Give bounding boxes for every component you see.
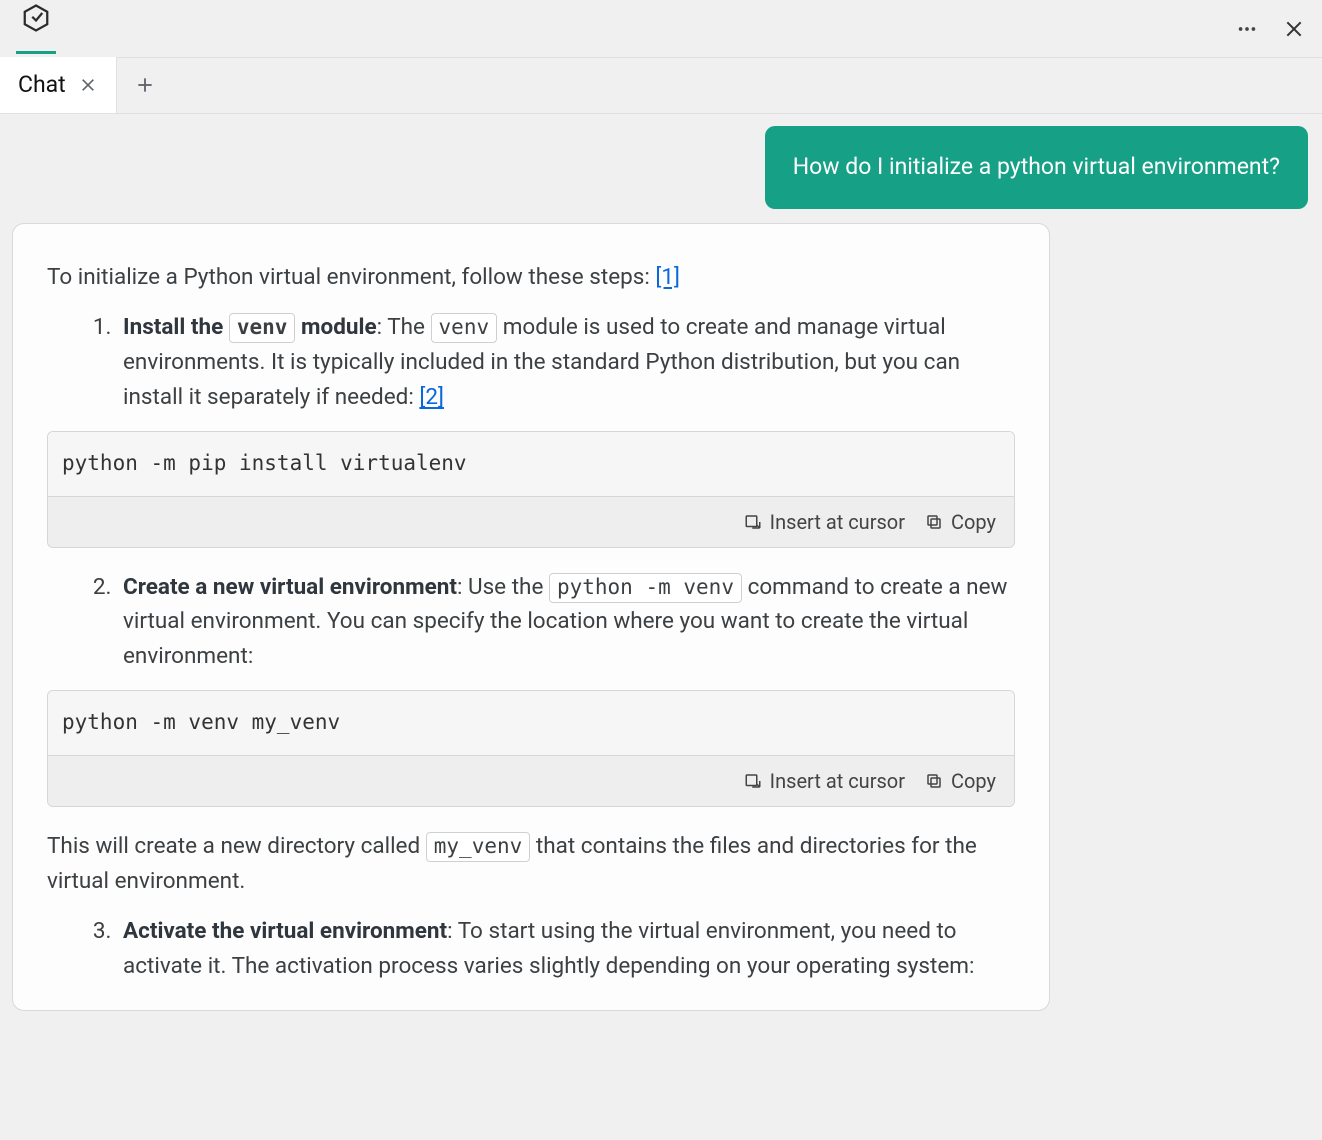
insert-at-cursor-button[interactable]: Insert at cursor — [744, 507, 905, 537]
assistant-intro: To initialize a Python virtual environme… — [47, 260, 1015, 295]
after-code-2-text: This will create a new directory called … — [47, 829, 1015, 899]
copy-label: Copy — [951, 766, 996, 796]
copy-icon — [925, 513, 943, 531]
code-block-2-code: python -m venv my_venv — [48, 691, 1014, 756]
user-message-bubble: How do I initialize a python virtual env… — [765, 126, 1308, 209]
step-2-body-a: : Use the — [457, 574, 549, 600]
citation-link-2[interactable]: [2] — [419, 384, 444, 410]
inline-code-python-m-venv: python -m venv — [549, 573, 742, 603]
insert-icon — [744, 772, 762, 790]
tab-close-icon[interactable] — [80, 77, 96, 93]
step-1: Install the venv module: The venv module… — [117, 310, 1015, 415]
code-block-1: python -m pip install virtualenv Insert … — [47, 431, 1015, 548]
insert-label: Insert at cursor — [770, 507, 905, 537]
hexagon-logo-icon — [21, 3, 51, 43]
intro-text: To initialize a Python virtual environme… — [47, 264, 655, 290]
user-message-row: How do I initialize a python virtual env… — [12, 126, 1310, 223]
step-3: Activate the virtual environment: To sta… — [117, 914, 1015, 984]
step-2-title: Create a new virtual environment — [123, 574, 457, 600]
tab-label: Chat — [18, 68, 66, 103]
tab-bar: Chat — [0, 58, 1322, 114]
insert-label: Insert at cursor — [770, 766, 905, 796]
step-2: Create a new virtual environment: Use th… — [117, 570, 1015, 675]
citation-link-1[interactable]: [1] — [655, 264, 680, 290]
code-block-1-code: python -m pip install virtualenv — [48, 432, 1014, 497]
logo-underline — [16, 51, 56, 54]
new-tab-button[interactable] — [117, 57, 173, 113]
close-window-icon[interactable] — [1284, 19, 1304, 39]
step-3-title: Activate the virtual environment — [123, 918, 447, 944]
inline-code-venv-2: venv — [431, 313, 498, 343]
insert-at-cursor-button[interactable]: Insert at cursor — [744, 766, 905, 796]
copy-button[interactable]: Copy — [925, 766, 996, 796]
step-1-body-a: : The — [377, 314, 431, 340]
copy-icon — [925, 772, 943, 790]
user-message-text: How do I initialize a python virtual env… — [793, 153, 1280, 180]
tab-chat[interactable]: Chat — [0, 57, 117, 113]
copy-button[interactable]: Copy — [925, 507, 996, 537]
title-bar — [0, 0, 1322, 58]
inline-code-myvenv: my_venv — [426, 832, 531, 862]
code-block-2-actions: Insert at cursor Copy — [48, 756, 1014, 806]
code-block-1-actions: Insert at cursor Copy — [48, 497, 1014, 547]
more-icon[interactable] — [1236, 18, 1258, 40]
assistant-message-card: To initialize a Python virtual environme… — [12, 223, 1050, 1012]
step-1-title: Install the venv module — [123, 314, 377, 340]
insert-icon — [744, 513, 762, 531]
chat-area: How do I initialize a python virtual env… — [0, 114, 1322, 1140]
copy-label: Copy — [951, 507, 996, 537]
app-logo — [16, 3, 56, 54]
window-controls — [1236, 18, 1304, 40]
inline-code-venv-1: venv — [229, 313, 296, 343]
code-block-2: python -m venv my_venv Insert at cursor — [47, 690, 1015, 807]
